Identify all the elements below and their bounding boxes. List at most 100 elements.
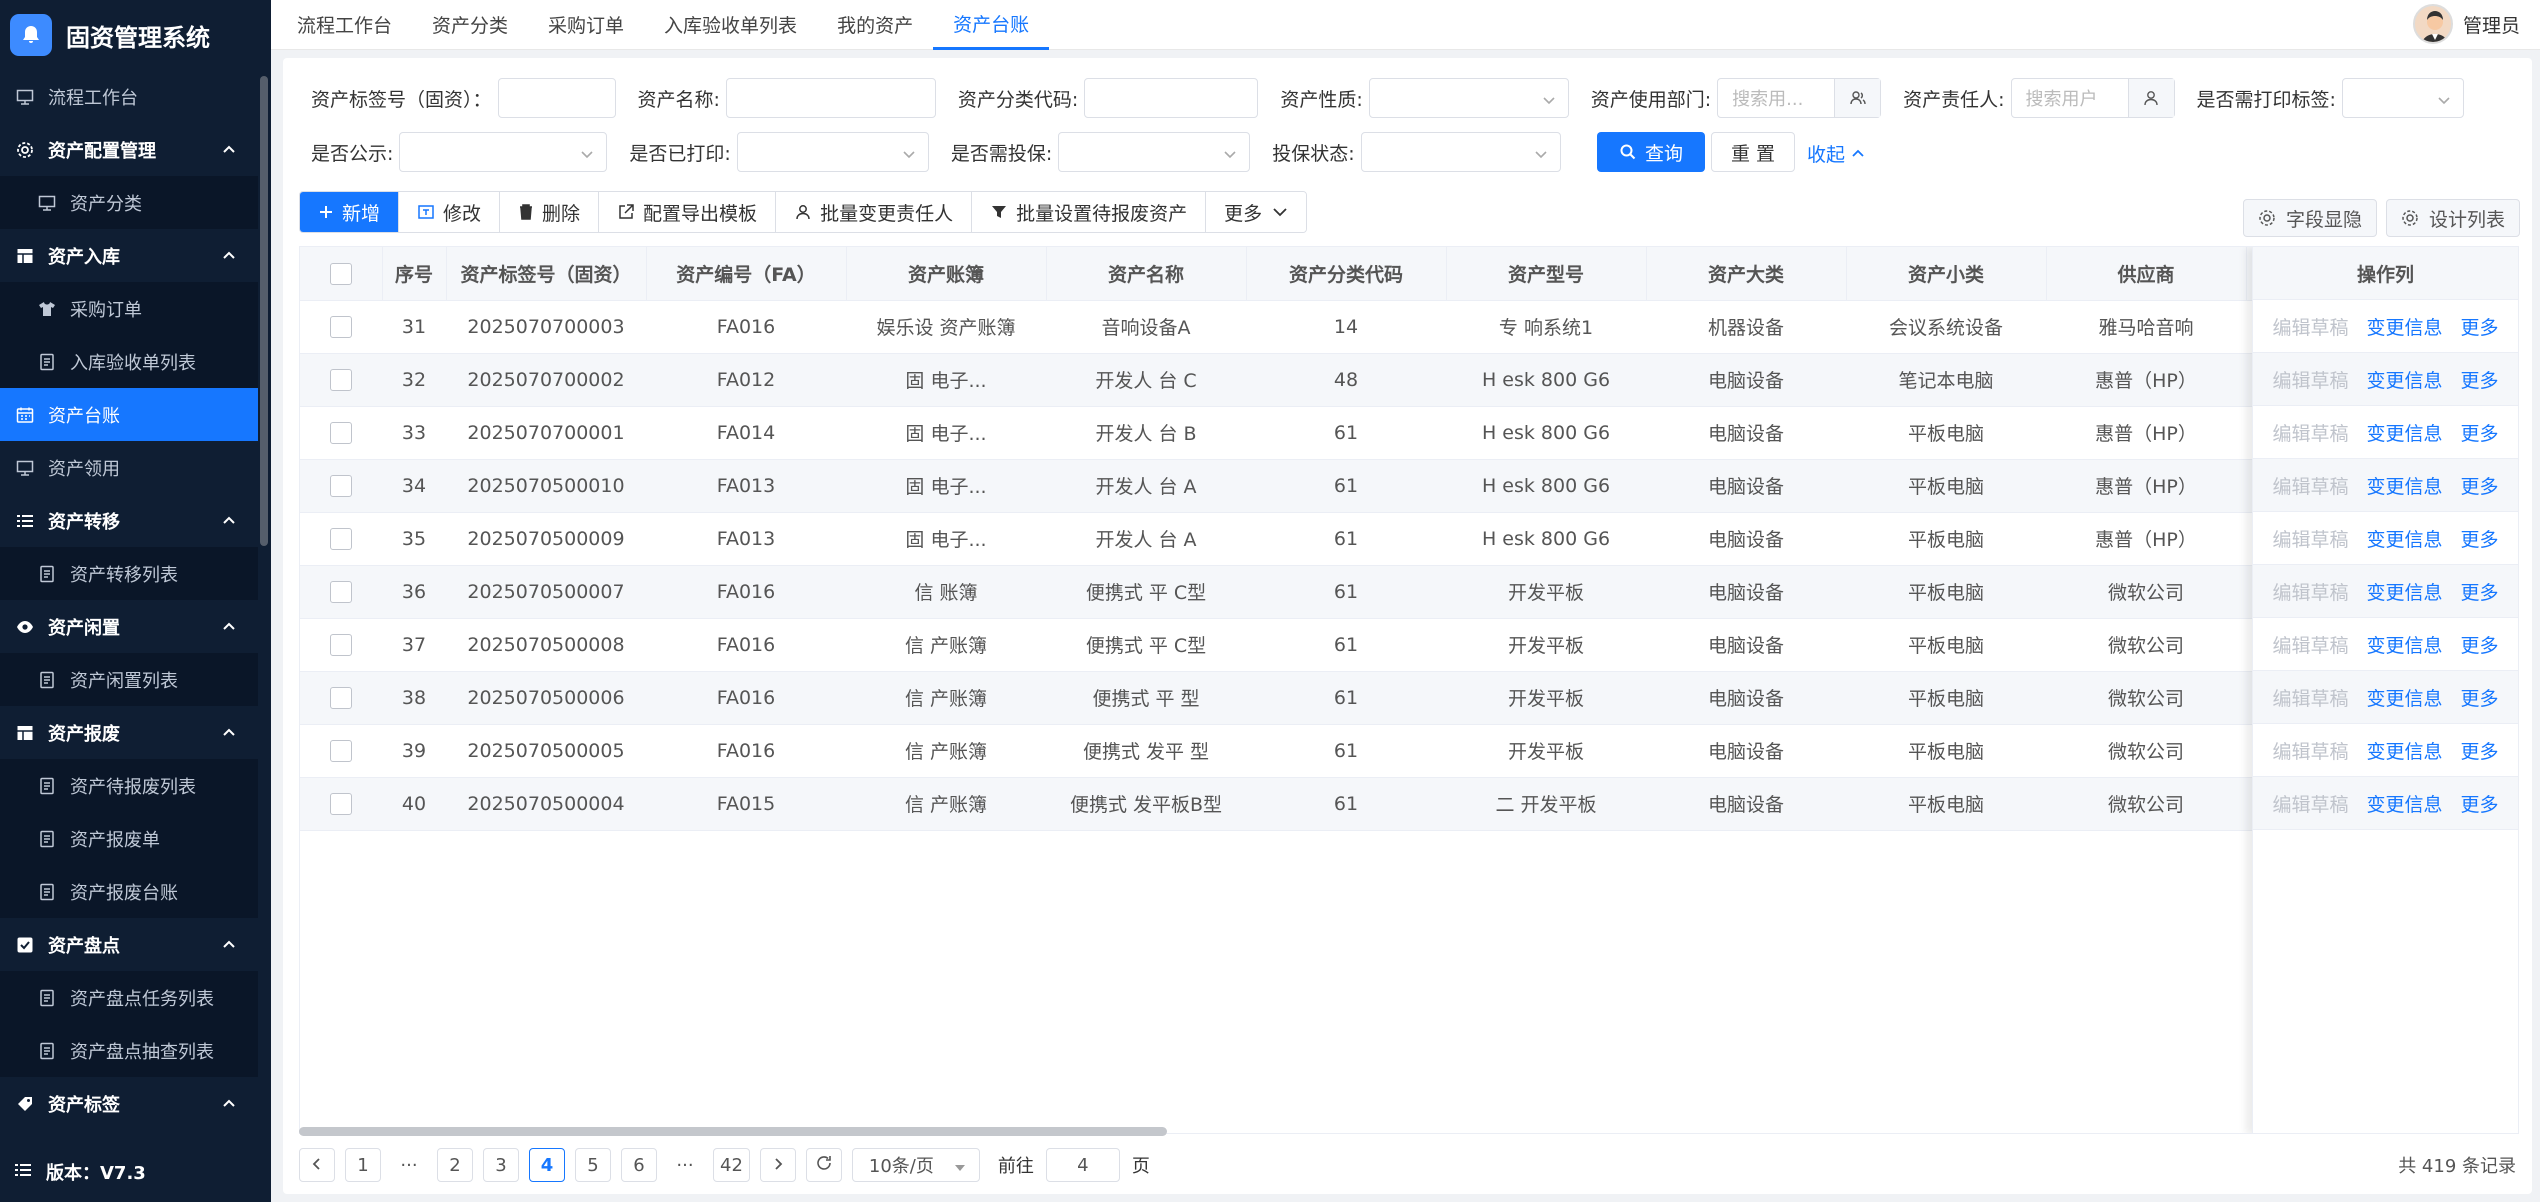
tab-5[interactable]: 资产台账 (933, 0, 1050, 50)
sidebar-item-14[interactable]: 资产报废单 (0, 812, 258, 865)
change-info-link[interactable]: 变更信息 (2366, 631, 2442, 658)
row-checkbox[interactable] (330, 792, 352, 815)
page-button-5[interactable]: 5 (575, 1148, 611, 1182)
field-toggle-button[interactable]: 字段显隐 (2243, 199, 2378, 237)
page-size-select[interactable]: 10条/页 (851, 1148, 980, 1182)
tag-no-input[interactable] (497, 78, 616, 118)
sidebar-item-5[interactable]: 入库验收单列表 (0, 335, 258, 388)
more-dropdown-button[interactable]: 更多 (1206, 192, 1307, 232)
row-checkbox[interactable] (330, 686, 352, 709)
sidebar-item-4[interactable]: 采购订单 (0, 282, 258, 335)
page-button-4[interactable]: 4 (529, 1148, 565, 1182)
sidebar-item-0[interactable]: 流程工作台 (0, 70, 258, 123)
change-info-link[interactable]: 变更信息 (2366, 525, 2442, 552)
sidebar-item-13[interactable]: 资产待报废列表 (0, 759, 258, 812)
table-row[interactable]: 33 2025070700001 FA014 固 电子... 开发人 台 B 61 H es… (300, 406, 2518, 460)
sidebar-item-16[interactable]: 资产盘点 (0, 918, 258, 971)
tab-3[interactable]: 入库验收单列表 (644, 0, 817, 50)
sidebar-item-11[interactable]: 资产闲置列表 (0, 653, 258, 706)
table-row[interactable]: 37 2025070500008 FA016 信 产账簿 便携式 平 C型 61 开发平板电… (300, 618, 2518, 672)
sidebar-item-18[interactable]: 资产盘点抽查列表 (0, 1024, 258, 1077)
column-header-2[interactable]: 资产编号（FA） (646, 247, 847, 301)
sidebar-item-2[interactable]: 资产分类 (0, 176, 258, 229)
reset-button[interactable]: 重 置 (1711, 132, 1795, 172)
page-ellipsis[interactable]: ··· (391, 1148, 427, 1182)
row-checkbox[interactable] (330, 368, 352, 391)
column-header-4[interactable]: 资产名称 (1046, 247, 1247, 301)
table-row[interactable]: 31 2025070700003 FA016 娱乐设 资产账簿 音响设备A 14 专 响系统… (300, 300, 2518, 354)
next-page-button[interactable] (759, 1148, 796, 1182)
column-header-1[interactable]: 资产标签号（固资） (446, 247, 647, 301)
sidebar-item-15[interactable]: 资产报废台账 (0, 865, 258, 918)
page-button-6[interactable]: 6 (621, 1148, 657, 1182)
more-link[interactable]: 更多 (2461, 472, 2499, 499)
category-code-input[interactable] (1084, 78, 1259, 118)
prev-page-button[interactable] (299, 1148, 335, 1182)
table-row[interactable]: 32 2025070700002 FA012 固 电子... 开发人 台 C 48 H es… (300, 353, 2518, 407)
select-all-checkbox[interactable] (329, 262, 352, 285)
column-header-9[interactable]: 供应商 (2046, 247, 2247, 301)
sidebar-item-17[interactable]: 资产盘点任务列表 (0, 971, 258, 1024)
asset-nature-select[interactable] (1368, 78, 1569, 118)
more-link[interactable]: 更多 (2461, 525, 2499, 552)
page-button-1[interactable]: 1 (345, 1148, 381, 1182)
sidebar-item-3[interactable]: 资产入库 (0, 229, 258, 282)
row-checkbox[interactable] (330, 739, 352, 762)
sidebar-item-6[interactable]: 资产台账 (0, 388, 258, 441)
collapse-link[interactable]: 收起 (1807, 140, 1865, 167)
more-link[interactable]: 更多 (2461, 790, 2499, 817)
change-info-link[interactable]: 变更信息 (2366, 419, 2442, 446)
printed-select[interactable] (736, 132, 929, 172)
more-link[interactable]: 更多 (2461, 419, 2499, 446)
change-info-link[interactable]: 变更信息 (2366, 313, 2442, 340)
column-header-0[interactable]: 序号 (382, 247, 447, 301)
user-menu[interactable]: 管理员 (2412, 4, 2520, 44)
user-icon[interactable] (2127, 79, 2174, 117)
change-info-link[interactable]: 变更信息 (2366, 578, 2442, 605)
more-link[interactable]: 更多 (2461, 737, 2499, 764)
batch-scrap-button[interactable]: 批量设置待报废资产 (972, 192, 1207, 232)
tab-2[interactable]: 采购订单 (528, 0, 644, 50)
app-logo[interactable]: 固资管理系统 (0, 0, 271, 70)
edit-button[interactable]: 修改 (399, 192, 501, 232)
row-checkbox[interactable] (330, 527, 352, 550)
column-header-8[interactable]: 资产小类 (1846, 247, 2047, 301)
table-row[interactable]: 38 2025070500006 FA016 信 产账簿 便携式 平 型 61 开发平板 电脑… (300, 671, 2518, 725)
change-info-link[interactable]: 变更信息 (2366, 737, 2442, 764)
change-info-link[interactable]: 变更信息 (2366, 790, 2442, 817)
column-header-3[interactable]: 资产账簿 (846, 247, 1047, 301)
more-link[interactable]: 更多 (2461, 631, 2499, 658)
change-info-link[interactable]: 变更信息 (2366, 684, 2442, 711)
user-group-icon[interactable] (1834, 79, 1881, 117)
sidebar-item-9[interactable]: 资产转移列表 (0, 547, 258, 600)
sidebar-item-1[interactable]: 资产配置管理 (0, 123, 258, 176)
asset-name-input[interactable] (725, 78, 936, 118)
table-row[interactable]: 35 2025070500009 FA013 固 电子... 开发人 台 A 61 H es… (300, 512, 2518, 566)
page-button-2[interactable]: 2 (437, 1148, 473, 1182)
export-template-button[interactable]: 配置导出模板 (599, 192, 777, 232)
sidebar-item-19[interactable]: 资产标签 (0, 1077, 258, 1130)
column-header-6[interactable]: 资产型号 (1446, 247, 1647, 301)
sidebar-item-10[interactable]: 资产闲置 (0, 600, 258, 653)
sidebar-scrollbar[interactable] (260, 76, 268, 546)
more-link[interactable]: 更多 (2461, 313, 2499, 340)
refresh-button[interactable] (805, 1148, 842, 1182)
column-header-5[interactable]: 资产分类代码 (1246, 247, 1447, 301)
page-ellipsis[interactable]: ··· (667, 1148, 703, 1182)
row-checkbox[interactable] (330, 474, 352, 497)
insure-status-select[interactable] (1360, 132, 1561, 172)
dept-search-input[interactable]: 搜索用... (1717, 78, 1882, 118)
design-list-button[interactable]: 设计列表 (2386, 199, 2521, 237)
page-button-42[interactable]: 42 (713, 1148, 750, 1182)
tab-1[interactable]: 资产分类 (412, 0, 528, 50)
need-print-select[interactable] (2341, 78, 2464, 118)
need-insure-select[interactable] (1058, 132, 1251, 172)
delete-button[interactable]: 删除 (500, 192, 600, 232)
public-select[interactable] (399, 132, 608, 172)
column-header-7[interactable]: 资产大类 (1646, 247, 1847, 301)
more-link[interactable]: 更多 (2461, 578, 2499, 605)
sidebar-item-12[interactable]: 资产报废 (0, 706, 258, 759)
change-info-link[interactable]: 变更信息 (2366, 472, 2442, 499)
sidebar-item-8[interactable]: 资产转移 (0, 494, 258, 547)
table-row[interactable]: 36 2025070500007 FA016 信 账簿 便携式 平 C型 61 开发平板 电脑… (300, 565, 2518, 619)
